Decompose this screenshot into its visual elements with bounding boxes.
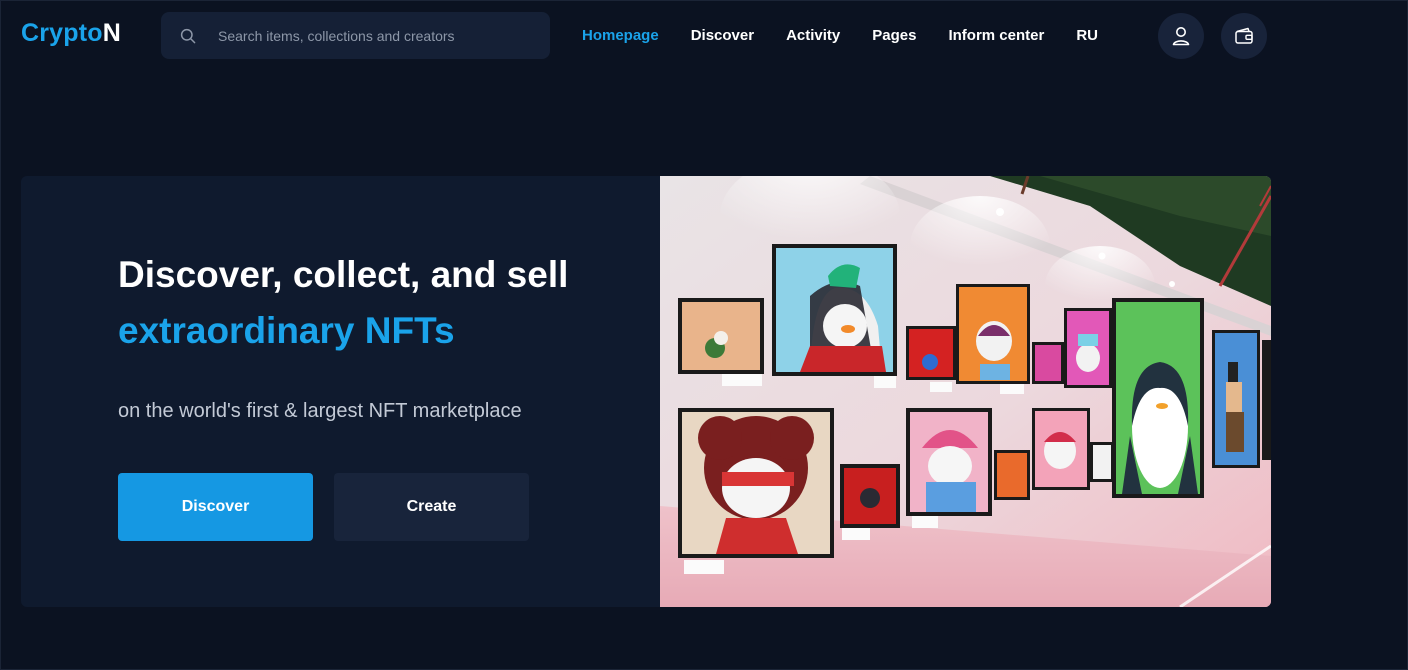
logo-text-crypto: Crypto (21, 19, 103, 47)
search-bar[interactable] (161, 12, 550, 59)
create-button[interactable]: Create (334, 473, 529, 541)
hero-banner: Discover, collect, and sell extraordinar… (21, 176, 1271, 607)
nav-inform-center[interactable]: Inform center (948, 24, 1044, 48)
nav-pages[interactable]: Pages (872, 24, 916, 48)
hero-subtitle: on the world's first & largest NFT marke… (118, 400, 522, 422)
hero-title-highlight: extraordinary NFTs (118, 310, 455, 351)
discover-button[interactable]: Discover (118, 473, 313, 541)
profile-button[interactable] (1158, 13, 1204, 59)
wallet-button[interactable] (1221, 13, 1267, 59)
logo[interactable]: CryptoN (21, 16, 121, 50)
nav-homepage[interactable]: Homepage (582, 24, 659, 48)
main-nav: Homepage Discover Activity Pages Inform … (582, 24, 1098, 48)
nav-discover[interactable]: Discover (691, 24, 754, 48)
hero-gallery-image (660, 176, 1271, 607)
hero-title: Discover, collect, and sell extraordinar… (118, 247, 568, 359)
nav-language-ru[interactable]: RU (1076, 24, 1098, 48)
search-icon (180, 28, 196, 43)
top-navbar: CryptoN Homepage Discover Activity Pages… (0, 0, 1408, 72)
logo-text-n: N (102, 19, 122, 47)
nav-activity[interactable]: Activity (786, 24, 840, 48)
search-input[interactable] (218, 12, 550, 59)
wallet-icon (1235, 27, 1253, 44)
hero-title-line1: Discover, collect, and sell (118, 254, 569, 295)
user-icon (1172, 27, 1190, 46)
